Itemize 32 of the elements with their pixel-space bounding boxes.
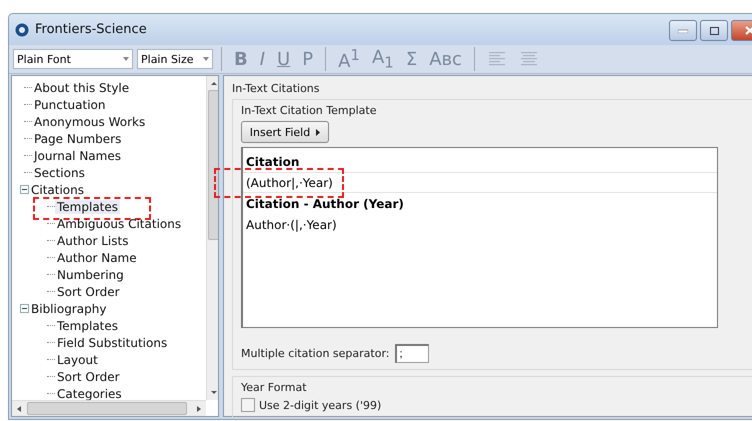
tree-item[interactable]: Anonymous Works	[32, 114, 148, 128]
tree-item[interactable]: Templates	[55, 200, 120, 214]
template-text: (Author|,·Year)	[246, 176, 333, 190]
template-text: Author·(|,·Year)	[246, 218, 337, 232]
tree-item[interactable]: Sections	[32, 166, 87, 180]
tree-item[interactable]: Punctuation	[32, 98, 108, 112]
insert-field-button[interactable]: Insert Field	[241, 121, 329, 143]
tree-item[interactable]: Author Name	[55, 250, 139, 264]
window-title: Frontiers-Science	[35, 22, 148, 37]
tree-item[interactable]: Journal Names	[32, 148, 123, 162]
template-heading: Citation	[246, 154, 300, 168]
template-editor[interactable]: Citation (Author|,·Year) Citation - Author (Year) Author·(|,·Year)	[241, 147, 718, 328]
tree-item[interactable]: Citations	[29, 182, 86, 196]
tree-item[interactable]: Sort Order	[55, 284, 122, 298]
tree-item[interactable]: Categories	[55, 386, 124, 400]
tree-item[interactable]: Bibliography	[29, 302, 108, 316]
tree-item[interactable]: Page Numbers	[32, 132, 124, 146]
group-title: In-Text Citation Template	[241, 104, 378, 117]
tree-item[interactable]: Field Substitutions	[55, 336, 170, 350]
tree-item[interactable]: Numbering	[55, 268, 126, 282]
tree-item[interactable]: Author Lists	[55, 234, 130, 248]
tree-item[interactable]: Ambiguous Citations	[55, 216, 184, 230]
group-title: In-Text Citations	[232, 82, 321, 95]
separator-label: Multiple citation separator:	[241, 347, 390, 360]
tree-item[interactable]: Templates	[55, 318, 120, 332]
checkbox-label: Use 2-digit years ('99)	[259, 398, 382, 412]
tree-item[interactable]: Sort Order	[55, 370, 122, 384]
template-heading: Citation - Author (Year)	[246, 196, 404, 210]
group-title: Year Format	[241, 381, 308, 394]
tree-item[interactable]: About this Style	[32, 80, 132, 94]
tree-item[interactable]: Layout	[55, 352, 100, 366]
separator-field[interactable]: ;	[395, 344, 430, 363]
